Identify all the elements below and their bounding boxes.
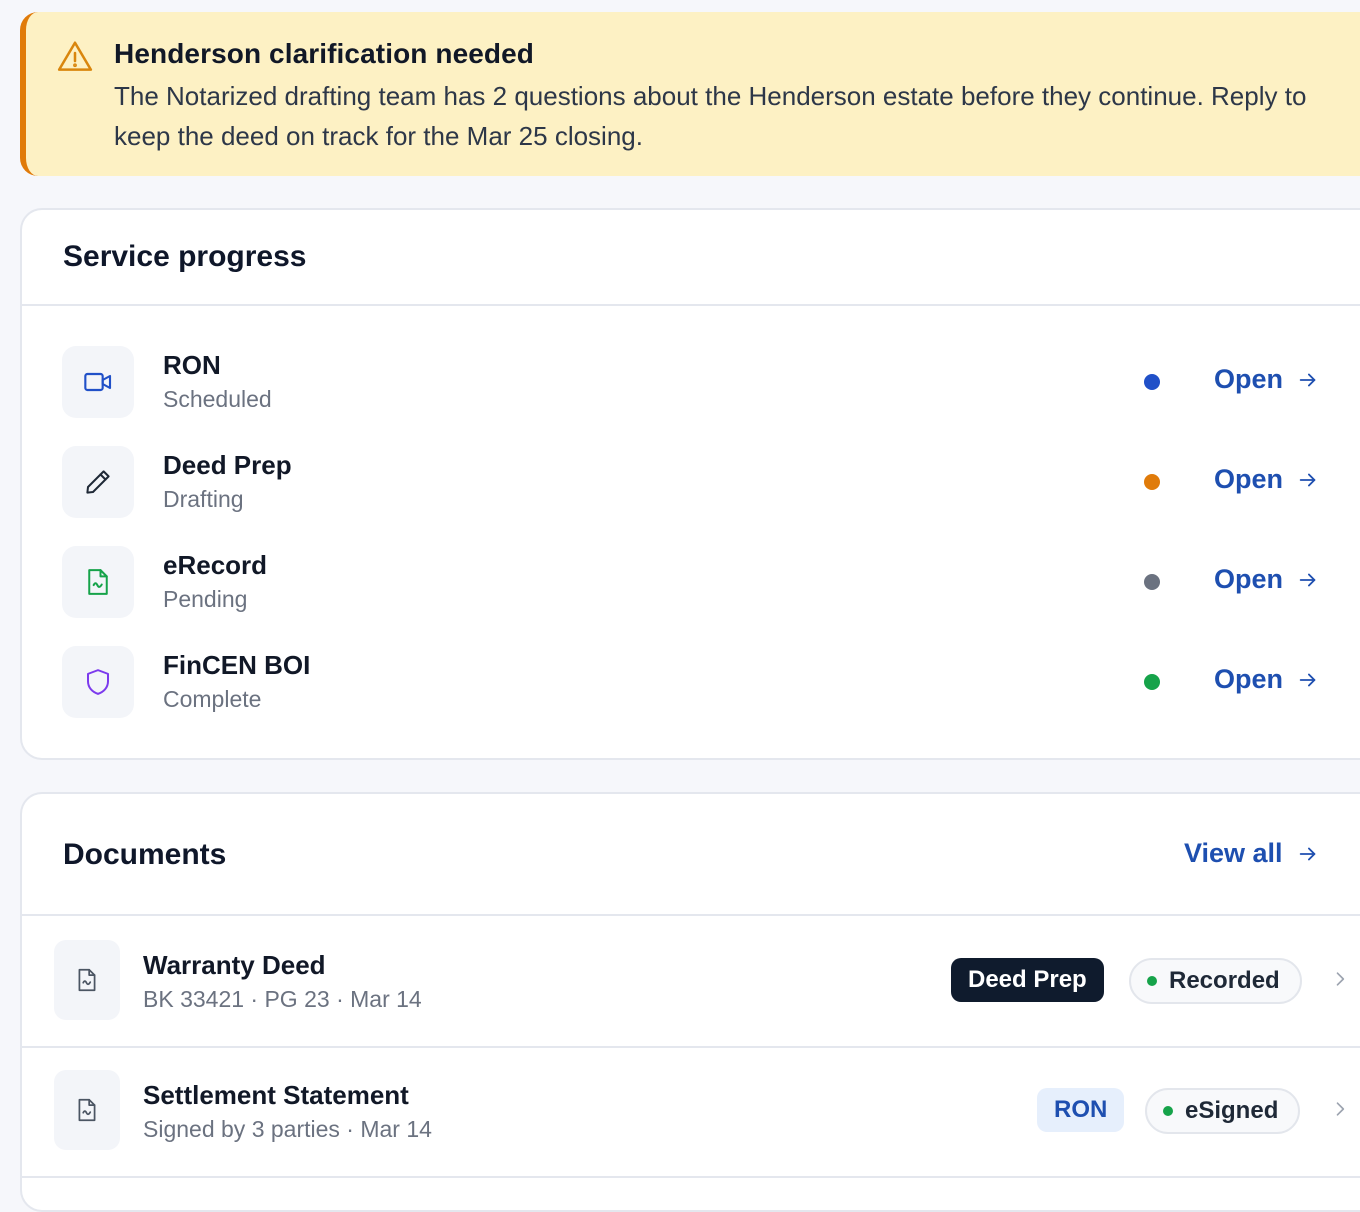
document-icon: [78, 968, 96, 992]
service-status: Pending: [163, 586, 248, 612]
document-icon: [88, 569, 108, 595]
service-tag: RON: [1037, 1088, 1125, 1132]
document-name: Settlement Statement: [143, 1080, 409, 1110]
service-row-erecord: eRecord Pending Open: [22, 546, 1360, 646]
alert-title: Henderson clarification needed: [114, 38, 534, 69]
open-label: Open: [1214, 464, 1284, 494]
service-icon-container: [62, 646, 134, 718]
service-progress-card: Service progress RON Scheduled Open Deed…: [20, 208, 1360, 760]
open-ron-link[interactable]: Open: [1214, 364, 1319, 395]
clarification-alert: Henderson clarification needed The Notar…: [20, 12, 1360, 176]
status-label: Recorded: [1169, 967, 1280, 994]
documents-card: Documents View all Warranty Deed BK 3342…: [20, 792, 1360, 1212]
alert-message: The Notarized drafting team has 2 questi…: [114, 81, 1307, 151]
service-icon-container: [62, 546, 134, 618]
document-row-warranty-deed[interactable]: Warranty Deed BK 33421 · PG 23 · Mar 14 …: [22, 916, 1360, 1046]
warning-icon: [57, 41, 93, 71]
document-name: Warranty Deed: [143, 950, 326, 980]
service-row-ron: RON Scheduled Open: [22, 346, 1360, 446]
open-label: Open: [1214, 664, 1284, 694]
status-dot: [1144, 574, 1160, 590]
service-row-fincen-boi: FinCEN BOI Complete Open: [22, 646, 1360, 746]
document-row-settlement-statement[interactable]: Settlement Statement Signed by 3 parties…: [22, 1046, 1360, 1176]
open-fincen-boi-link[interactable]: Open: [1214, 664, 1319, 695]
document-icon-container: [54, 940, 120, 1020]
arrow-right-icon: [1299, 373, 1316, 386]
service-progress-title: Service progress: [63, 240, 307, 273]
service-name: RON: [163, 350, 221, 380]
service-name: Deed Prep: [163, 450, 292, 480]
arrow-right-icon: [1299, 473, 1316, 486]
status-label: eSigned: [1185, 1097, 1279, 1124]
document-icon: [78, 1098, 96, 1122]
open-deed-prep-link[interactable]: Open: [1214, 464, 1319, 495]
status-dot: [1147, 976, 1157, 986]
open-erecord-link[interactable]: Open: [1214, 564, 1319, 595]
service-row-deed-prep: Deed Prep Drafting Open: [22, 446, 1360, 546]
status-dot: [1144, 374, 1160, 390]
service-icon-container: [62, 346, 134, 418]
document-meta: BK 33421 · PG 23 · Mar 14: [143, 986, 422, 1012]
divider: [22, 1176, 1360, 1178]
service-icon-container: [62, 446, 134, 518]
service-name: FinCEN BOI: [163, 650, 311, 680]
open-label: Open: [1214, 564, 1284, 594]
status-dot: [1144, 474, 1160, 490]
status-badge: Recorded: [1129, 958, 1302, 1004]
chevron-right-icon[interactable]: [1330, 968, 1350, 990]
service-status: Complete: [163, 686, 262, 712]
documents-title: Documents: [63, 838, 227, 871]
arrow-right-icon: [1299, 847, 1315, 860]
video-icon: [84, 372, 112, 392]
service-name: eRecord: [163, 550, 268, 580]
service-status: Drafting: [163, 486, 244, 512]
status-badge: eSigned: [1145, 1088, 1301, 1134]
arrow-right-icon: [1299, 673, 1316, 686]
shield-icon: [87, 669, 109, 695]
chevron-right-icon[interactable]: [1330, 1098, 1350, 1120]
view-all-label: View all: [1184, 838, 1283, 868]
document-icon-container: [54, 1070, 120, 1150]
arrow-right-icon: [1299, 573, 1316, 586]
service-status: Scheduled: [163, 386, 272, 412]
status-dot: [1163, 1106, 1173, 1116]
open-label: Open: [1214, 364, 1284, 394]
pencil-icon: [86, 470, 110, 494]
document-meta: Signed by 3 parties · Mar 14: [143, 1116, 432, 1142]
service-tag: Deed Prep: [951, 958, 1104, 1002]
divider: [22, 304, 1360, 306]
status-dot: [1144, 674, 1160, 690]
view-all-documents-link[interactable]: View all: [1184, 838, 1319, 869]
